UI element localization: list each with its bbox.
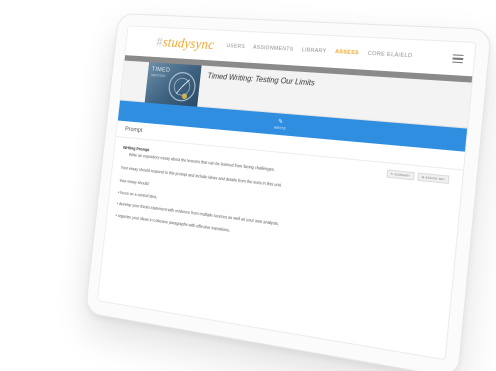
assignment-thumbnail: TIMED WRITING <box>145 62 202 107</box>
clock-gear-icon <box>163 67 201 107</box>
nav-item-users[interactable]: USERS <box>226 43 245 50</box>
thumbnail-subtitle: WRITING <box>151 72 166 78</box>
logo-text: studysync <box>162 35 215 53</box>
nav-item-assess[interactable]: ASSESS <box>335 49 359 56</box>
bullet-text: focus on a central idea, <box>120 190 157 199</box>
hamburger-line <box>453 58 464 60</box>
prompt-section-title: Prompt <box>125 126 143 134</box>
scene: #studysync USERS ASSIGNMENTS LIBRARY ASS… <box>0 0 496 371</box>
nav-item-library[interactable]: LIBRARY <box>302 47 327 54</box>
writing-prompt-label: Writing Prompt <box>123 145 150 152</box>
hamburger-line <box>452 61 463 63</box>
tablet-device: #studysync USERS ASSIGNMENTS LIBRARY ASS… <box>85 13 492 371</box>
studysync-logo[interactable]: #studysync <box>155 34 215 53</box>
hamburger-line <box>453 54 464 56</box>
screen: #studysync USERS ASSIGNMENTS LIBRARY ASS… <box>97 25 477 360</box>
nav-item-assignments[interactable]: ASSIGNMENTS <box>253 45 294 53</box>
hamburger-menu-icon[interactable] <box>452 54 463 63</box>
nav-item-core-ela-eld[interactable]: CORE ELA/ELD <box>367 51 412 59</box>
write-label: WRITE <box>274 125 287 130</box>
